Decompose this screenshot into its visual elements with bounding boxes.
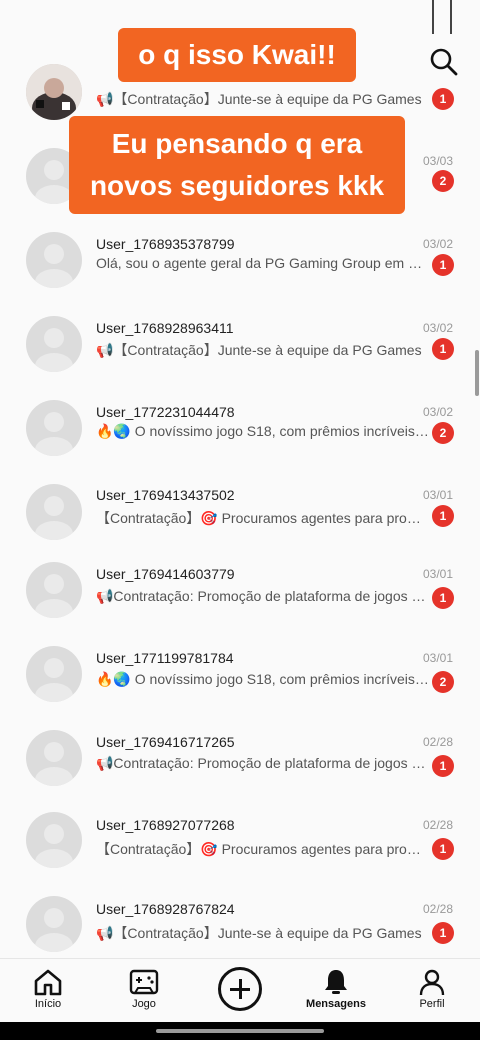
avatar [26,484,82,540]
unread-badge: 1 [432,88,454,110]
conversation-row[interactable]: User_1768928963411 03/02 📢【Contratação】J… [0,316,480,400]
message-preview: 📢Contratação: Promoção de plataforma de … [96,755,430,771]
username: User_1769414603779 [96,566,235,582]
unread-badge: 2 [432,170,454,192]
username: User_1768928963411 [96,320,234,336]
message-date: 03/03 [422,154,453,168]
default-avatar-icon [35,824,73,868]
caption-middle-line2: novos seguidores kkk [89,170,385,201]
person-icon [419,969,445,996]
username: User_1768927077268 [96,817,235,833]
avatar [26,316,82,372]
unread-badge: 1 [432,338,454,360]
home-indicator[interactable] [156,1029,324,1033]
conversation-row[interactable]: User_1768927077268 02/28 【Contratação】🎯 … [0,812,480,904]
default-avatar-icon [35,496,73,540]
avatar [26,730,82,786]
nav-game[interactable]: Jogo [104,959,184,1023]
nav-messages[interactable]: Mensagens [296,959,376,1023]
message-date: 03/02 [422,321,453,335]
nav-home[interactable]: Início [8,959,88,1023]
message-date: 03/01 [422,567,453,581]
message-preview: 🔥🌏 O novíssimo jogo S18, com prêmios inc… [96,671,430,687]
message-date: 03/02 [422,405,453,419]
unread-badge: 1 [432,838,454,860]
default-avatar-icon [35,244,73,288]
conversation-row[interactable]: User_1768935378799 03/02 Olá, sou o agen… [0,232,480,316]
bell-icon [325,970,347,994]
conversation-row[interactable]: User_1771199781784 03/01 🔥🌏 O novíssimo … [0,646,480,736]
default-avatar-icon [35,574,73,618]
message-date: 02/28 [422,735,453,749]
unread-badge: 1 [432,505,454,527]
avatar [26,64,82,120]
message-preview: 📢【Contratação】Junte-se à equipe da PG Ga… [96,342,422,358]
home-icon [34,969,62,996]
message-date: 03/02 [422,237,453,251]
avatar [26,232,82,288]
unread-badge: 1 [432,755,454,777]
bottom-nav: Início Jogo Mensagens Perfil [0,958,480,1023]
message-date: 02/28 [422,902,453,916]
caption-top: o q isso Kwai!! [118,28,356,82]
nav-messages-label: Mensagens [306,998,366,1010]
username: User_1768928767824 [96,901,235,917]
message-preview: Olá, sou o agente geral da PG Gaming Gro… [96,255,430,271]
default-avatar-icon [35,908,73,952]
message-preview: 【Contratação】🎯 Procuramos agentes para p… [96,841,430,857]
nav-game-label: Jogo [132,998,156,1010]
conversation-row[interactable]: User_1769414603779 03/01 📢Contratação: P… [0,562,480,652]
username: User_1769413437502 [96,487,235,503]
caption-middle-line1: Eu pensando q era [111,128,363,159]
avatar [26,400,82,456]
gamepad-icon [129,969,159,995]
message-preview: 📢Contratação: Promoção de plataforma de … [96,588,430,604]
message-date: 03/01 [422,651,453,665]
avatar [26,646,82,702]
unread-badge: 1 [432,587,454,609]
unread-badge: 1 [432,922,454,944]
conversation-row[interactable]: User_1769416717265 02/28 📢Contratação: P… [0,730,480,820]
message-preview: 📢【Contratação】Junte-se à equipe da PG Ga… [96,925,422,941]
message-preview: 📢【Contratação】Junte-se à equipe da PG Ga… [96,91,422,107]
avatar [26,562,82,618]
default-avatar-icon [35,328,73,372]
top-edge-indicator [432,0,452,34]
default-avatar-icon [35,412,73,456]
username: User_1771199781784 [96,650,234,666]
system-navigation-bar [0,1022,480,1040]
message-date: 02/28 [422,818,453,832]
username: User_1772231044478 [96,404,235,420]
username: User_1768935378799 [96,236,235,252]
message-preview: 🔥🌏 O novíssimo jogo S18, com prêmios inc… [96,423,430,439]
avatar [26,812,82,868]
unread-badge: 2 [432,422,454,444]
avatar [26,896,82,952]
scrollbar-thumb[interactable] [475,350,479,396]
unread-badge: 1 [432,254,454,276]
create-post-button[interactable] [218,967,262,1011]
conversation-row[interactable]: User_1772231044478 03/02 🔥🌏 O novíssimo … [0,400,480,484]
nav-home-label: Início [34,998,62,1010]
unread-badge: 2 [432,671,454,693]
default-avatar-icon [35,742,73,786]
caption-middle: Eu pensando q era novos seguidores kkk [69,116,405,214]
default-avatar-icon [35,658,73,702]
nav-profile-label: Perfil [419,998,445,1010]
conversation-row[interactable]: User_1769413437502 03/01 【Contratação】🎯 … [0,484,480,568]
message-preview: 【Contratação】🎯 Procuramos agentes para p… [96,510,430,526]
message-date: 03/01 [422,488,453,502]
username: User_1769416717265 [96,734,235,750]
nav-profile[interactable]: Perfil [392,959,472,1023]
